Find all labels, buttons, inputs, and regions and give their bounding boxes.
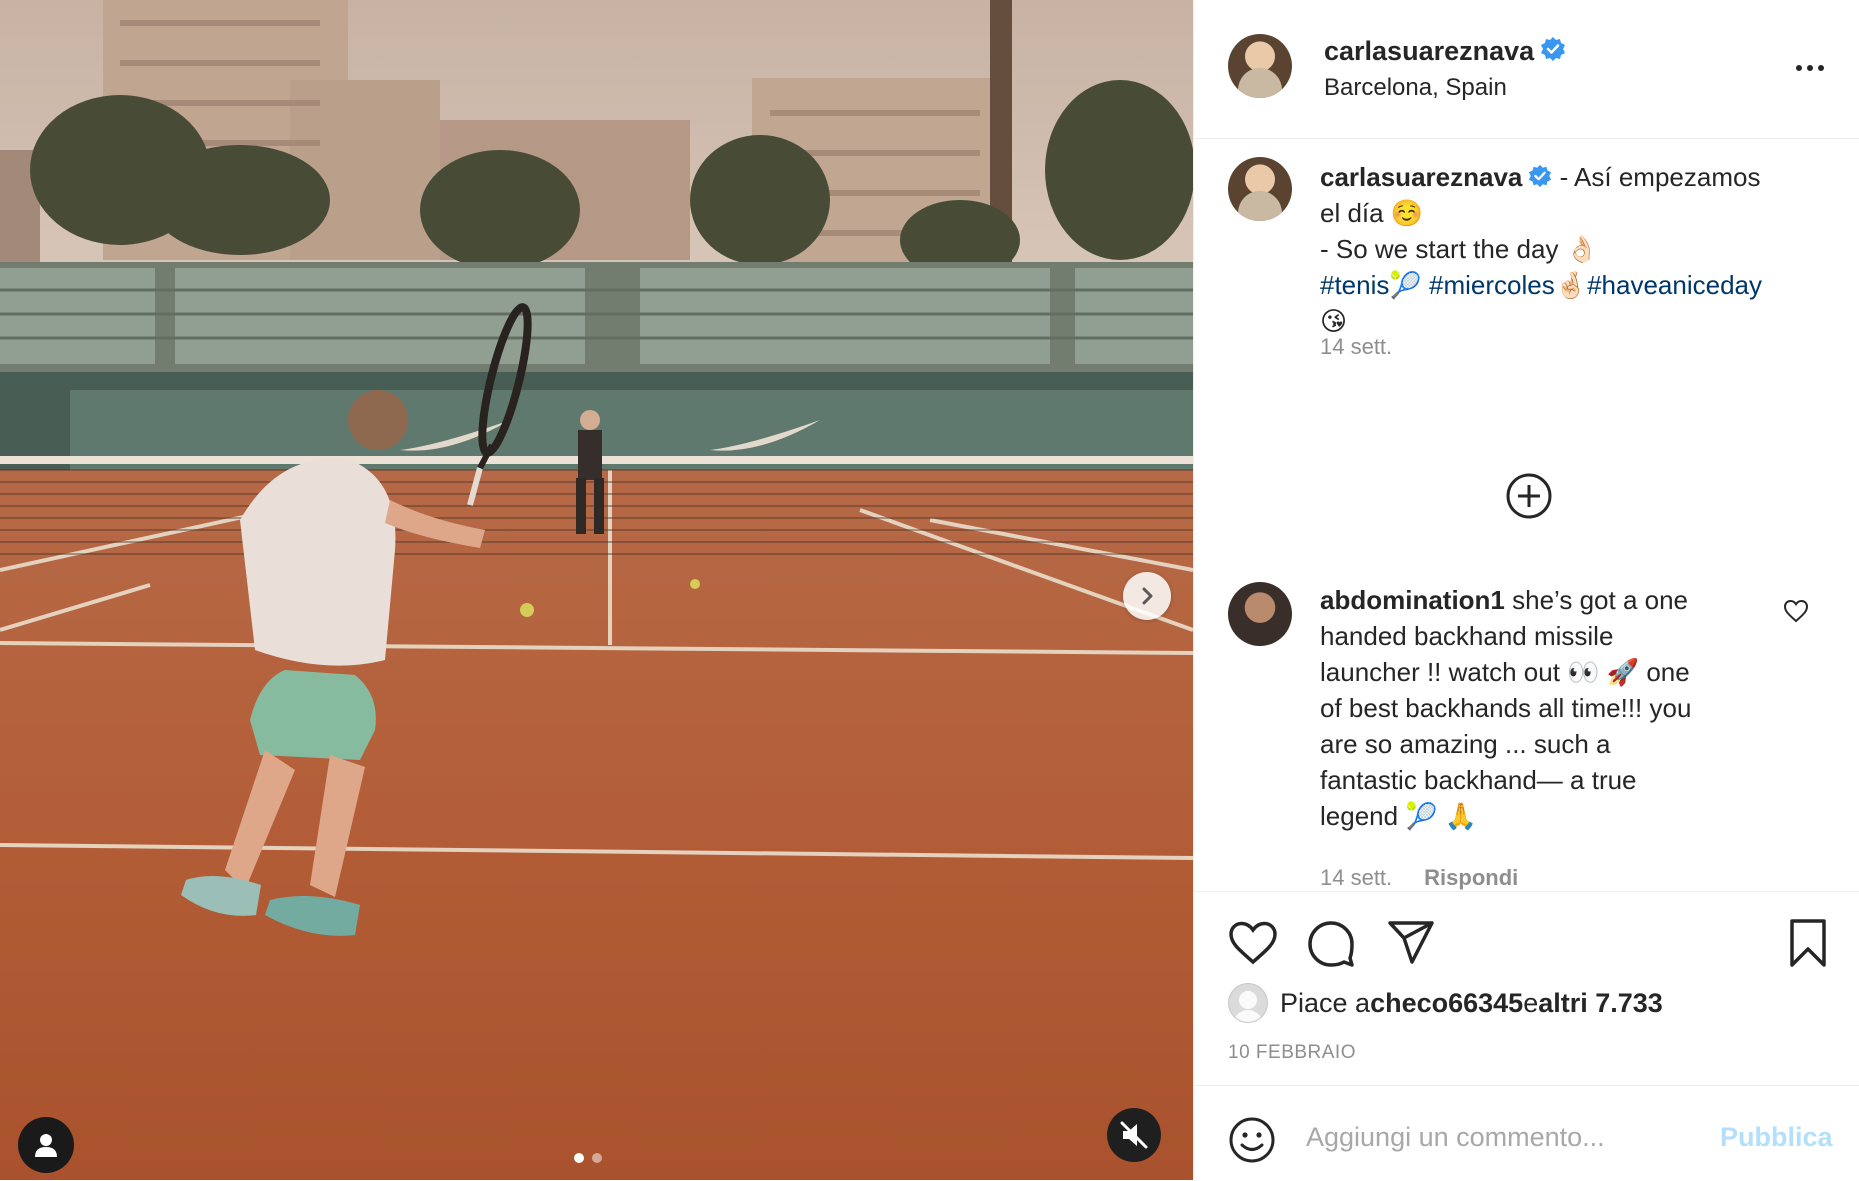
caption-line-2: el día ☺️ xyxy=(1320,198,1424,228)
caption-username[interactable]: carlasuareznava xyxy=(1320,162,1522,192)
comment-line-2: handed backhand missile xyxy=(1320,621,1614,651)
author-username[interactable]: carlasuareznava xyxy=(1324,36,1534,66)
more-options-icon[interactable] xyxy=(1794,58,1826,78)
likes-middle: e xyxy=(1523,987,1539,1018)
add-comment-bar: Pubblica xyxy=(1194,1085,1859,1181)
comments-section[interactable]: carlasuareznava - Así empezamos el día ☺… xyxy=(1194,139,1859,891)
likes-prefix: Piace a xyxy=(1280,987,1371,1018)
publish-button[interactable]: Pubblica xyxy=(1720,1122,1833,1153)
comment-bubble-icon[interactable] xyxy=(1306,918,1356,968)
caption-hashtags: #tenis🎾 #miercoles🤞🏻#haveaniceday xyxy=(1320,267,1820,303)
caption-line-1: carlasuareznava - Así empezamos xyxy=(1320,159,1820,195)
mute-toggle-button[interactable] xyxy=(1107,1108,1161,1162)
post: carlasuareznava Barcelona, Spain carlasu… xyxy=(0,0,1859,1180)
caption-timestamp[interactable]: 14 sett. xyxy=(1320,334,1392,360)
save-bookmark-icon[interactable] xyxy=(1788,918,1828,968)
post-media[interactable] xyxy=(0,0,1193,1180)
liker-avatar[interactable] xyxy=(1228,983,1268,1023)
hashtag-haveaniceday[interactable]: #haveaniceday xyxy=(1587,270,1762,300)
comment-line-6: fantastic backhand— a true xyxy=(1320,765,1637,795)
verified-badge-icon xyxy=(1541,37,1566,61)
like-comment-heart-icon[interactable] xyxy=(1783,599,1809,623)
caption-line-1-text: - Así empezamos xyxy=(1552,162,1761,192)
reply-button[interactable]: Rispondi xyxy=(1424,865,1518,890)
post-date[interactable]: 10 FEBBRAIO xyxy=(1228,1042,1356,1064)
post-actions: Piace a checo66345 e altri 7.733 10 FEBB… xyxy=(1194,891,1859,1087)
next-slide-button[interactable] xyxy=(1123,572,1171,620)
load-more-comments-icon[interactable] xyxy=(1505,472,1553,520)
comment-meta: 14 sett. Rispondi xyxy=(1320,865,1518,891)
hashtag-tenis[interactable]: #tenis xyxy=(1320,270,1389,300)
carousel-dot xyxy=(592,1153,602,1163)
comment-line-3: launcher !! watch out 👀 🚀 one xyxy=(1320,657,1690,687)
emoji-picker-icon[interactable] xyxy=(1228,1116,1276,1164)
caption-author-avatar[interactable] xyxy=(1228,157,1292,221)
comment-timestamp[interactable]: 14 sett. xyxy=(1320,865,1392,890)
caption-line-5: 😘 xyxy=(1320,306,1348,336)
caption-emoji-1: 🎾 xyxy=(1389,270,1422,300)
tennis-court-photo xyxy=(0,0,1193,1180)
hashtag-miercoles[interactable]: #miercoles xyxy=(1429,270,1555,300)
post-location[interactable]: Barcelona, Spain xyxy=(1324,74,1507,102)
comment-line-5: are so amazing ... such a xyxy=(1320,729,1611,759)
caption-line-3: - So we start the day 👌🏻 xyxy=(1320,234,1599,264)
speaker-muted-icon xyxy=(1120,1121,1148,1149)
comment-line-4: of best backhands all time!!! you xyxy=(1320,693,1692,723)
commenter-avatar[interactable] xyxy=(1228,582,1292,646)
commenter-username[interactable]: abdomination1 xyxy=(1320,585,1505,615)
post-header: carlasuareznava Barcelona, Spain xyxy=(1194,0,1859,139)
author-username-wrap: carlasuareznava xyxy=(1324,36,1566,67)
likes-summary: Piace a checo66345 e altri 7.733 xyxy=(1228,983,1663,1023)
carousel-dot-active xyxy=(574,1153,584,1163)
comment-text: abdomination1 she’s got a one handed bac… xyxy=(1320,582,1770,834)
like-heart-icon[interactable] xyxy=(1228,920,1278,966)
author-avatar[interactable] xyxy=(1228,34,1292,98)
chevron-right-icon xyxy=(1142,587,1153,605)
caption-text: carlasuareznava - Así empezamos el día ☺… xyxy=(1320,159,1820,339)
share-direct-icon[interactable] xyxy=(1386,920,1436,966)
caption-emoji-2: 🤞🏻 xyxy=(1554,270,1588,300)
carousel-indicator xyxy=(574,1153,602,1163)
comment-input[interactable] xyxy=(1304,1112,1728,1162)
user-icon xyxy=(35,1134,57,1157)
comment-line-1-text: she’s got a one xyxy=(1504,585,1689,615)
liker-username[interactable]: checo66345 xyxy=(1370,988,1523,1019)
comment-line-1: abdomination1 she’s got a one xyxy=(1320,582,1770,618)
comment-line-7: legend 🎾 🙏 xyxy=(1320,801,1478,831)
verified-badge-icon xyxy=(1529,164,1552,188)
post-sidebar: carlasuareznava Barcelona, Spain carlasu… xyxy=(1193,0,1859,1180)
likes-others[interactable]: altri 7.733 xyxy=(1538,988,1663,1019)
tagged-users-button[interactable] xyxy=(18,1117,74,1173)
